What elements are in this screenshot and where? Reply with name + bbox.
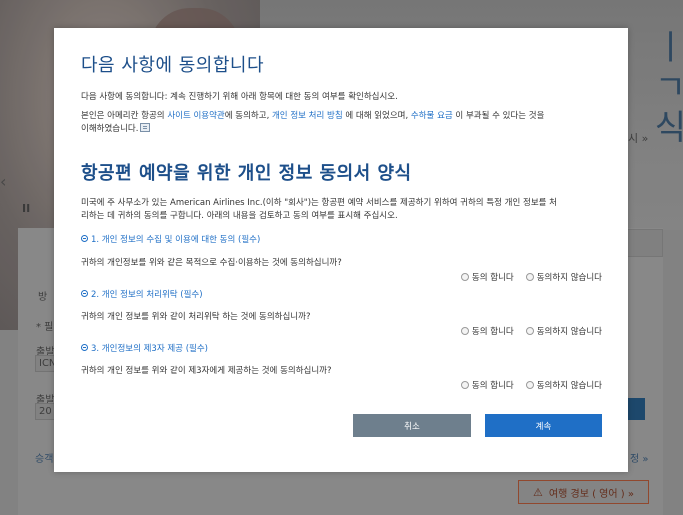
collapse-icon [81, 290, 88, 297]
consent-text: 본인은 아메리칸 항공의 [81, 111, 168, 121]
consent-statement: 본인은 아메리칸 항공의 사이트 이용약관에 동의하고, 개인 정보 처리 방침… [81, 110, 601, 136]
radio-icon [525, 273, 534, 281]
continue-button[interactable]: 계속 [485, 414, 602, 437]
section-2-options: 동의 합니다 동의하지 않습니다 [460, 325, 602, 337]
radio-label: 동의하지 않습니다 [536, 381, 602, 391]
section-2-disagree-radio[interactable]: 동의하지 않습니다 [525, 325, 602, 337]
section-2-heading[interactable]: 2. 개인 정보의 처리위탁 (필수) [81, 288, 203, 300]
collapse-icon [81, 235, 88, 242]
radio-label: 동의 합니다 [471, 327, 514, 337]
form-title: 항공편 예약을 위한 개인 정보 동의서 양식 [81, 163, 412, 184]
section-heading-label: 1. 개인 정보의 수집 및 이용에 대한 동의 (필수) [91, 235, 261, 245]
consent-text: 이해하였습니다. [81, 124, 139, 134]
radio-icon [460, 381, 469, 389]
section-3-heading[interactable]: 3. 개인정보의 제3자 제공 (필수) [81, 342, 208, 354]
radio-icon [525, 327, 534, 335]
section-heading-label: 2. 개인 정보의 처리위탁 (필수) [91, 290, 203, 300]
collapse-icon [81, 344, 88, 351]
form-intro-line: 리하는 데 귀하의 동의를 구합니다. 아래의 내용을 검토하고 동의 여부를 … [81, 211, 398, 221]
fee-link[interactable]: 수하물 요금 [411, 111, 453, 121]
consent-modal: 다음 사항에 동의합니다 다음 사항에 동의합니다: 계속 진행하기 위해 아래… [54, 28, 628, 472]
radio-label: 동의 합니다 [471, 273, 514, 283]
radio-icon [460, 327, 469, 335]
section-1-options: 동의 합니다 동의하지 않습니다 [460, 271, 602, 283]
form-intro-line: 미국에 주 사무소가 있는 American Airlines Inc.(이하 … [81, 198, 557, 208]
privacy-policy-link[interactable]: 개인 정보 처리 방침 [272, 111, 343, 121]
section-1-heading[interactable]: 1. 개인 정보의 수집 및 이용에 대한 동의 (필수) [81, 233, 260, 245]
section-1-disagree-radio[interactable]: 동의하지 않습니다 [525, 271, 602, 283]
cancel-button[interactable]: 취소 [353, 414, 471, 437]
radio-icon [460, 273, 469, 281]
radio-icon [525, 381, 534, 389]
consent-text: 에 대해 읽었으며, [342, 111, 411, 121]
section-heading-label: 3. 개인정보의 제3자 제공 (필수) [91, 344, 208, 354]
section-2-question: 귀하의 개인 정보를 위와 같이 처리위탁 하는 것에 동의하십니까? [81, 312, 311, 322]
section-2-agree-radio[interactable]: 동의 합니다 [460, 325, 514, 337]
section-3-disagree-radio[interactable]: 동의하지 않습니다 [525, 379, 602, 391]
section-3-question: 귀하의 개인 정보를 위와 같이 제3자에게 제공하는 것에 동의하십니까? [81, 366, 332, 376]
section-1-question: 귀하의 개인정보를 위와 같은 목적으로 수집·이용하는 것에 동의하십니까? [81, 258, 342, 268]
terms-link[interactable]: 사이트 이용약관 [167, 111, 224, 121]
radio-label: 동의하지 않습니다 [536, 327, 602, 337]
section-3-agree-radio[interactable]: 동의 합니다 [460, 379, 514, 391]
radio-label: 동의하지 않습니다 [536, 273, 602, 283]
consent-text: 에 동의하고, [224, 111, 272, 121]
radio-label: 동의 합니다 [471, 381, 514, 391]
document-icon[interactable] [140, 123, 151, 132]
consent-text: 이 부과될 수 있다는 것을 [452, 111, 545, 121]
modal-intro: 다음 사항에 동의합니다: 계속 진행하기 위해 아래 항목에 대한 동의 여부… [81, 92, 398, 102]
section-1-agree-radio[interactable]: 동의 합니다 [460, 271, 514, 283]
section-3-options: 동의 합니다 동의하지 않습니다 [460, 379, 602, 391]
modal-title: 다음 사항에 동의합니다 [81, 55, 265, 76]
form-intro: 미국에 주 사무소가 있는 American Airlines Inc.(이하 … [81, 197, 601, 223]
